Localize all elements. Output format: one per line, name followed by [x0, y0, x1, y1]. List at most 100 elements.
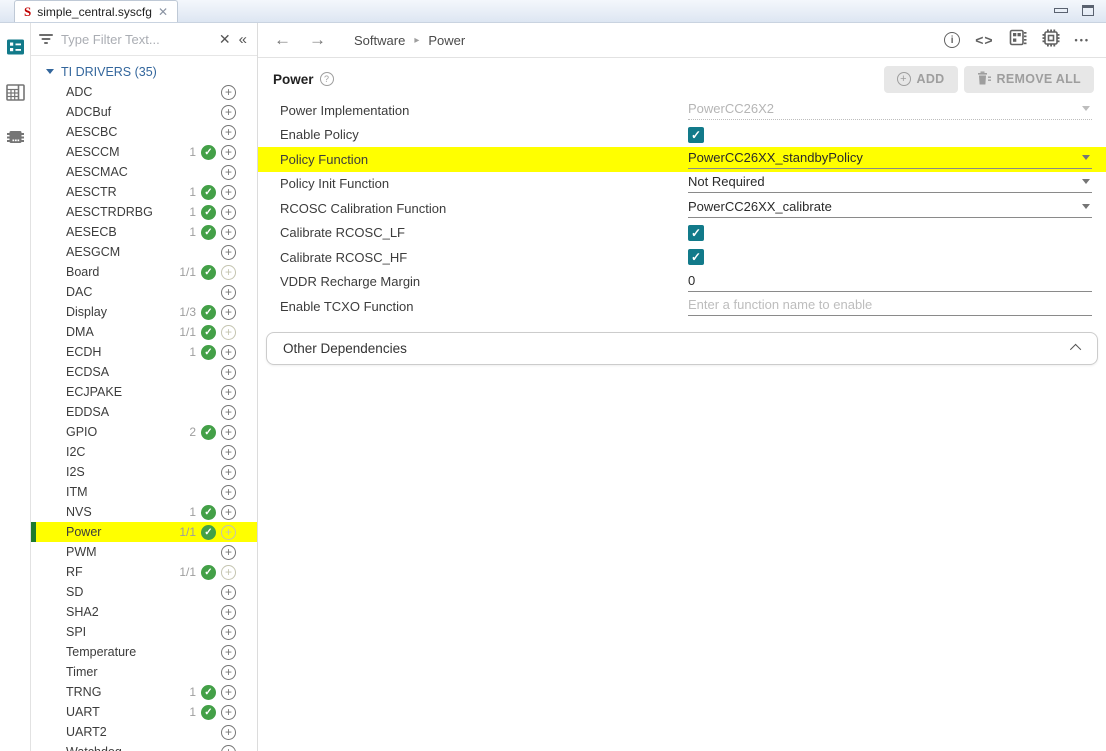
add-instance-icon[interactable]: + [221, 745, 236, 751]
sidebar-item-aesgcm[interactable]: AESGCM+ [31, 242, 257, 262]
registers-view-icon[interactable] [1009, 29, 1027, 51]
other-dependencies-section[interactable]: Other Dependencies [266, 332, 1098, 365]
sidebar-item-dma[interactable]: DMA1/1✓+ [31, 322, 257, 342]
add-instance-icon[interactable]: + [221, 585, 236, 600]
help-icon[interactable]: ? [320, 72, 334, 86]
device-chip-icon[interactable] [5, 127, 25, 147]
generated-code-icon[interactable]: <> [975, 32, 993, 48]
text-input-vddr-recharge-margin[interactable] [688, 273, 1092, 292]
power-config-content: Power ? + ADD [258, 58, 1106, 751]
sidebar-item-sd[interactable]: SD+ [31, 582, 257, 602]
breadcrumb-software[interactable]: Software [354, 33, 405, 48]
add-instance-icon[interactable]: + [221, 85, 236, 100]
add-instance-icon[interactable]: + [221, 465, 236, 480]
sidebar-item-nvs[interactable]: NVS1✓+ [31, 502, 257, 522]
sidebar-item-rf[interactable]: RF1/1✓+ [31, 562, 257, 582]
sidebar-item-watchdog[interactable]: Watchdog+ [31, 742, 257, 751]
add-instance-icon[interactable]: + [221, 285, 236, 300]
tab-close-icon[interactable]: ✕ [158, 5, 168, 19]
sidebar-item-aescbc[interactable]: AESCBC+ [31, 122, 257, 142]
add-instance-icon[interactable]: + [221, 345, 236, 360]
sidebar-item-uart2[interactable]: UART2 + [31, 722, 257, 742]
add-instance-icon[interactable]: + [221, 725, 236, 740]
add-instance-icon[interactable]: + [221, 245, 236, 260]
sidebar-item-ecjpake[interactable]: ECJPAKE+ [31, 382, 257, 402]
forward-arrow-icon[interactable]: → [309, 30, 326, 50]
add-instance-icon[interactable]: + [221, 445, 236, 460]
breadcrumb-power[interactable]: Power [428, 33, 465, 48]
board-view-icon[interactable] [5, 82, 25, 102]
dropdown-rcosc-calibration-function[interactable]: PowerCC26XX_calibrate [688, 199, 1092, 218]
add-instance-icon[interactable]: + [221, 545, 236, 560]
sidebar-item-uart[interactable]: UART1✓+ [31, 702, 257, 722]
sidebar-item-aesecb[interactable]: AESECB1✓+ [31, 222, 257, 242]
editor-tab[interactable]: S simple_central.syscfg ✕ [14, 0, 178, 22]
add-instance-icon[interactable]: + [221, 485, 236, 500]
sidebar-item-eddsa[interactable]: EDDSA+ [31, 402, 257, 422]
add-instance-icon[interactable]: + [221, 605, 236, 620]
checkbox-checked[interactable]: ✓ [688, 127, 704, 143]
back-arrow-icon[interactable]: ← [274, 30, 291, 50]
checkbox-checked[interactable]: ✓ [688, 225, 704, 241]
sidebar-item-adc[interactable]: ADC+ [31, 82, 257, 102]
sidebar-item-ecdsa[interactable]: ECDSA+ [31, 362, 257, 382]
sidebar-item-i2s[interactable]: I2S+ [31, 462, 257, 482]
more-options-icon[interactable]: ••• [1075, 35, 1090, 45]
sidebar-item-sha2[interactable]: SHA2+ [31, 602, 257, 622]
sidebar-item-dac[interactable]: DAC+ [31, 282, 257, 302]
sidebar-item-timer[interactable]: Timer+ [31, 662, 257, 682]
filter-bar: ✕ « [31, 23, 257, 56]
sidebar-item-aesctrdrbg[interactable]: AESCTRDRBG1✓+ [31, 202, 257, 222]
checkbox-checked[interactable]: ✓ [688, 249, 704, 265]
add-instance-icon[interactable]: + [221, 305, 236, 320]
add-instance-icon[interactable]: + [221, 645, 236, 660]
add-instance-icon[interactable]: + [221, 105, 236, 120]
info-icon[interactable]: i [944, 32, 960, 48]
sidebar-item-power[interactable]: Power1/1✓+ [31, 522, 257, 542]
sidebar-item-label: RF [66, 565, 176, 579]
add-instance-icon[interactable]: + [221, 145, 236, 160]
sidebar-item-gpio[interactable]: GPIO2✓+ [31, 422, 257, 442]
dropdown-policy-function[interactable]: PowerCC26XX_standbyPolicy [688, 150, 1092, 169]
sidebar-item-aesccm[interactable]: AESCCM1✓+ [31, 142, 257, 162]
add-instance-icon[interactable]: + [221, 205, 236, 220]
collapse-chevron-icon[interactable] [1070, 344, 1081, 355]
maximize-button[interactable] [1082, 5, 1094, 16]
text-input-enable-tcxo-function[interactable] [688, 297, 1092, 316]
minimize-button[interactable] [1054, 6, 1066, 16]
sidebar-item-ecdh[interactable]: ECDH1✓+ [31, 342, 257, 362]
sidebar-item-aescmac[interactable]: AESCMAC+ [31, 162, 257, 182]
add-instance-icon[interactable]: + [221, 425, 236, 440]
add-instance-icon[interactable]: + [221, 185, 236, 200]
sidebar-item-aesctr[interactable]: AESCTR1✓+ [31, 182, 257, 202]
filter-input[interactable] [61, 32, 211, 47]
sidebar-item-label: UART2 [66, 725, 176, 739]
add-instance-icon[interactable]: + [221, 365, 236, 380]
add-instance-icon[interactable]: + [221, 705, 236, 720]
sidebar-item-trng[interactable]: TRNG1✓+ [31, 682, 257, 702]
add-instance-icon[interactable]: + [221, 165, 236, 180]
clear-filter-icon[interactable]: ✕ [219, 31, 231, 48]
add-instance-icon[interactable]: + [221, 665, 236, 680]
sidebar-item-display[interactable]: Display1/3✓+ [31, 302, 257, 322]
sidebar-item-temperature[interactable]: Temperature+ [31, 642, 257, 662]
sidebar-item-itm[interactable]: ITM + [31, 482, 257, 502]
device-settings-icon[interactable] [1042, 29, 1060, 52]
tree-group-ti-drivers[interactable]: TI DRIVERS (35) [31, 61, 257, 82]
collapse-sidebar-icon[interactable]: « [239, 31, 247, 48]
sidebar-item-label: ITM [66, 485, 176, 499]
sidebar-item-adcbuf[interactable]: ADCBuf+ [31, 102, 257, 122]
add-instance-icon[interactable]: + [221, 225, 236, 240]
sidebar-item-spi[interactable]: SPI+ [31, 622, 257, 642]
add-instance-icon[interactable]: + [221, 685, 236, 700]
sidebar-item-pwm[interactable]: PWM+ [31, 542, 257, 562]
add-instance-icon[interactable]: + [221, 125, 236, 140]
add-instance-icon[interactable]: + [221, 385, 236, 400]
dropdown-policy-init-function[interactable]: Not Required [688, 174, 1092, 193]
config-view-icon[interactable] [5, 37, 25, 57]
sidebar-item-i2c[interactable]: I2C+ [31, 442, 257, 462]
add-instance-icon[interactable]: + [221, 405, 236, 420]
add-instance-icon[interactable]: + [221, 505, 236, 520]
sidebar-item-board[interactable]: Board1/1✓+ [31, 262, 257, 282]
add-instance-icon[interactable]: + [221, 625, 236, 640]
